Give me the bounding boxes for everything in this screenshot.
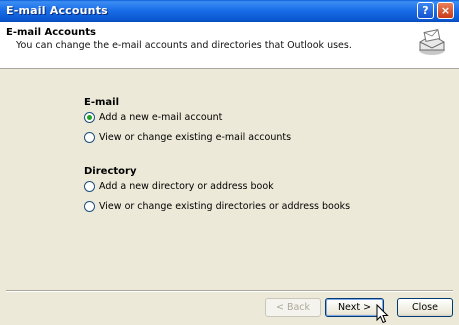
radio-label[interactable]: Add a new e-mail account bbox=[99, 112, 222, 123]
radio-add-directory[interactable]: Add a new directory or address book bbox=[84, 181, 344, 193]
email-accounts-dialog: E-mail Accounts ? × E-mail Accounts You … bbox=[0, 0, 459, 325]
close-button[interactable]: Close bbox=[397, 298, 453, 317]
close-window-button[interactable]: × bbox=[437, 2, 454, 19]
radio-label[interactable]: View or change existing directories or a… bbox=[99, 201, 350, 212]
back-button[interactable]: < Back bbox=[265, 298, 321, 317]
header-title: E-mail Accounts bbox=[6, 27, 96, 38]
footer-separator bbox=[6, 290, 453, 292]
radio-add-email-account[interactable]: Add a new e-mail account bbox=[84, 112, 344, 124]
radio-view-email-accounts[interactable]: View or change existing e-mail accounts bbox=[84, 132, 344, 144]
help-button[interactable]: ? bbox=[417, 2, 434, 19]
radio-button[interactable] bbox=[84, 201, 95, 212]
wizard-header: E-mail Accounts You can change the e-mai… bbox=[0, 22, 459, 69]
radio-label[interactable]: View or change existing e-mail accounts bbox=[99, 132, 291, 143]
email-group-label: E-mail bbox=[84, 97, 120, 108]
radio-button[interactable] bbox=[84, 132, 95, 143]
radio-button-checked[interactable] bbox=[84, 112, 95, 123]
window-title: E-mail Accounts bbox=[6, 4, 108, 17]
radio-view-directories[interactable]: View or change existing directories or a… bbox=[84, 201, 350, 213]
mouse-pointer-icon bbox=[376, 304, 389, 324]
directory-group-label: Directory bbox=[84, 166, 137, 177]
radio-button[interactable] bbox=[84, 181, 95, 192]
title-bar[interactable]: E-mail Accounts ? × bbox=[0, 0, 459, 22]
radio-label[interactable]: Add a new directory or address book bbox=[99, 181, 274, 192]
mailbox-envelope-icon bbox=[419, 29, 445, 55]
header-subtitle: You can change the e-mail accounts and d… bbox=[16, 40, 352, 51]
